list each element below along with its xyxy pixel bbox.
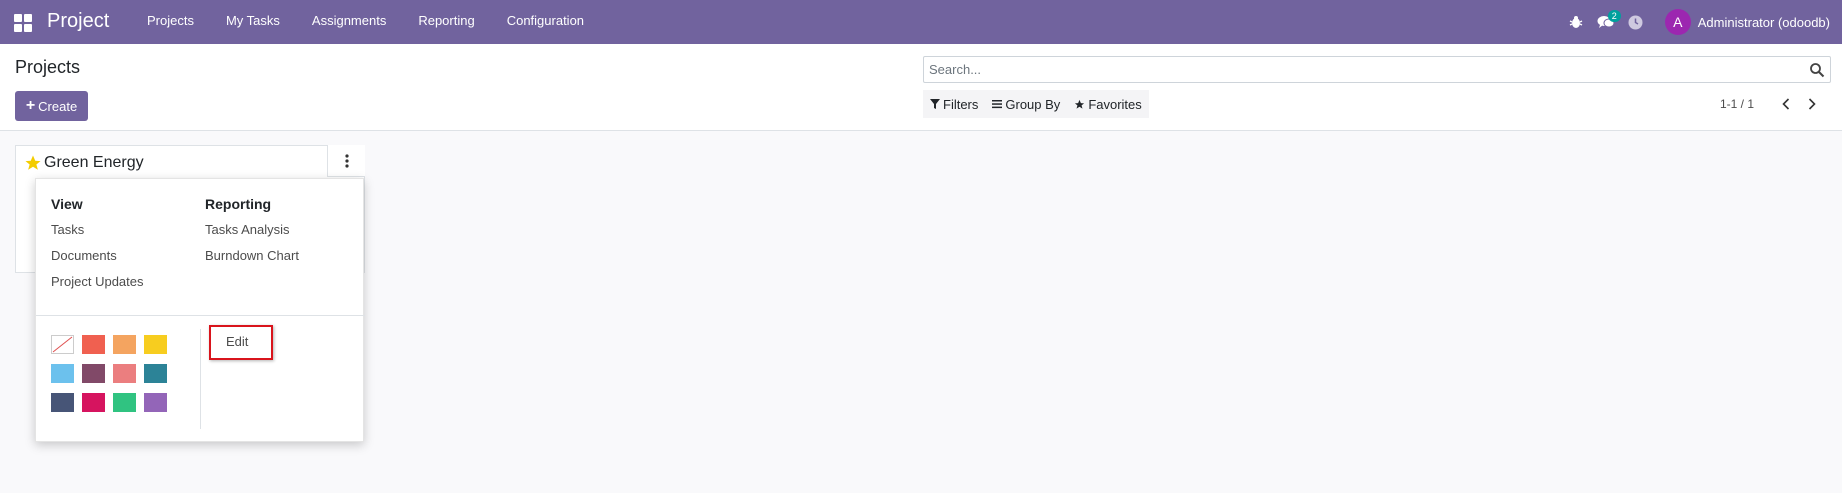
link-burndown-chart[interactable]: Burndown Chart: [205, 248, 299, 274]
control-panel: Projects + Create Filters Group By Favor…: [0, 44, 1842, 131]
search-box: [923, 56, 1831, 83]
link-project-updates[interactable]: Project Updates: [51, 274, 144, 300]
favorite-star-icon[interactable]: [24, 154, 42, 172]
star-icon: [1075, 99, 1085, 109]
group-by-button[interactable]: Group By: [985, 90, 1067, 118]
chat-icon[interactable]: 2: [1591, 0, 1621, 44]
filters-button[interactable]: Filters: [923, 90, 985, 118]
list-icon: [992, 100, 1003, 109]
group-by-label: Group By: [1005, 96, 1061, 112]
color-swatch[interactable]: [113, 393, 136, 412]
avatar: A: [1664, 9, 1691, 35]
color-swatch[interactable]: [82, 335, 105, 354]
create-label: Create: [38, 98, 78, 114]
menu-configuration[interactable]: Configuration: [491, 0, 600, 44]
card-title: Green Energy: [44, 154, 144, 171]
edit-button[interactable]: Edit: [209, 325, 273, 360]
color-swatch[interactable]: [51, 364, 74, 383]
create-button[interactable]: + Create: [15, 91, 88, 121]
chevron-left-icon[interactable]: [1776, 94, 1796, 114]
favorites-label: Favorites: [1088, 96, 1142, 112]
favorites-button[interactable]: Favorites: [1067, 90, 1148, 118]
color-picker: [51, 335, 167, 412]
menu-assignments[interactable]: Assignments: [296, 0, 402, 44]
link-tasks[interactable]: Tasks: [51, 222, 144, 248]
plus-icon: +: [25, 97, 36, 114]
color-swatch[interactable]: [82, 364, 105, 383]
color-swatch[interactable]: [113, 335, 136, 354]
card-header: Green Energy: [24, 154, 144, 172]
pager-value[interactable]: 1-1 / 1: [1720, 97, 1754, 111]
menu-projects[interactable]: Projects: [131, 0, 210, 44]
filters-label: Filters: [943, 96, 979, 112]
color-swatch[interactable]: [82, 393, 105, 412]
search-icon[interactable]: [1809, 62, 1825, 78]
clock-icon[interactable]: [1621, 0, 1651, 44]
top-navbar: Project Projects My Tasks Assignments Re…: [0, 0, 1842, 44]
color-swatch[interactable]: [144, 335, 167, 354]
menu-my-tasks[interactable]: My Tasks: [210, 0, 296, 44]
reporting-section: Reporting Tasks Analysis Burndown Chart: [205, 196, 299, 274]
divider: [200, 329, 201, 429]
user-name: Administrator (odoodb): [1697, 14, 1830, 30]
app-brand[interactable]: Project: [47, 10, 109, 33]
systray: 2 A Administrator (odoodb): [1561, 0, 1842, 44]
color-swatch[interactable]: [113, 364, 136, 383]
color-swatch-none[interactable]: [51, 335, 74, 354]
main-menu: Projects My Tasks Assignments Reporting …: [131, 0, 600, 44]
color-swatch[interactable]: [144, 393, 167, 412]
page-title: Projects: [15, 57, 81, 77]
divider: [36, 315, 365, 316]
search-input[interactable]: [924, 57, 1794, 82]
color-swatch[interactable]: [51, 393, 74, 412]
messages-badge: 2: [1607, 10, 1621, 22]
user-menu[interactable]: A Administrator (odoodb): [1651, 0, 1842, 44]
view-section: View Tasks Documents Project Updates: [51, 196, 144, 300]
reporting-heading: Reporting: [205, 196, 272, 212]
chevron-right-icon[interactable]: [1802, 94, 1822, 114]
filter-icon: [930, 99, 940, 109]
apps-grid-icon[interactable]: [14, 14, 32, 32]
card-dropdown-menu: View Tasks Documents Project Updates Rep…: [35, 178, 365, 442]
link-tasks-analysis[interactable]: Tasks Analysis: [205, 222, 299, 248]
bug-icon[interactable]: [1561, 0, 1591, 44]
pager: 1-1 / 1: [1720, 94, 1822, 114]
link-documents[interactable]: Documents: [51, 248, 144, 274]
view-heading: View: [51, 196, 83, 212]
menu-reporting[interactable]: Reporting: [402, 0, 490, 44]
vertical-ellipsis-icon: [344, 153, 349, 168]
card-menu-button[interactable]: [327, 145, 365, 177]
color-swatch[interactable]: [144, 364, 167, 383]
search-options: Filters Group By Favorites: [923, 90, 1149, 118]
